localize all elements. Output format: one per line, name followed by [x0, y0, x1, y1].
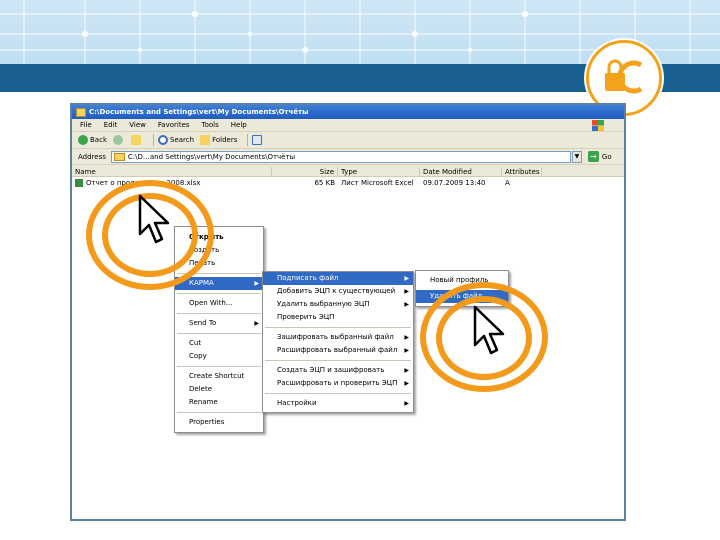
menu-item-delete[interactable]: Delete — [175, 383, 263, 396]
views-icon — [252, 135, 263, 145]
address-value: C:\D…and Settings\vert\My Documents\Отчё… — [127, 152, 296, 161]
menu-item-decrypt-and-verify[interactable]: Расшифровать и проверить ЭЦП ▶ — [263, 377, 413, 390]
column-size[interactable]: Size — [272, 167, 338, 176]
views-button[interactable] — [252, 135, 264, 145]
menu-item-cut[interactable]: Cut — [175, 337, 263, 350]
submenu-arrow-icon: ▶ — [404, 347, 409, 354]
window-titlebar[interactable]: C:\Documents and Settings\vert\My Docume… — [72, 105, 624, 119]
up-folder-button[interactable] — [131, 135, 143, 145]
folder-icon — [76, 107, 86, 117]
menu-item-copy[interactable]: Copy — [175, 350, 263, 363]
back-arrow-icon — [78, 135, 88, 145]
folder-icon — [113, 152, 125, 161]
menu-item-decrypt[interactable]: Расшифровать выбранный файл ▶ — [263, 344, 413, 357]
sign-file-label: Подписать файл — [277, 274, 339, 282]
menu-item-remove-signature[interactable]: Удалить выбранную ЭЦП ▶ — [263, 298, 413, 311]
submenu-arrow-icon: ▶ — [404, 301, 409, 308]
submenu-arrow-icon: ▶ — [404, 334, 409, 341]
encrypt-label: Зашифровать выбранный файл — [277, 333, 394, 341]
mouse-pointer-icon — [473, 305, 505, 355]
forward-arrow-icon — [113, 135, 123, 145]
menu-separator — [265, 327, 411, 328]
windows-logo-icon — [592, 120, 604, 131]
address-dropdown[interactable]: ▼ — [571, 150, 582, 163]
menu-separator — [177, 293, 261, 294]
mouse-pointer-icon — [138, 194, 170, 244]
menu-item-open-with[interactable]: Open With... — [175, 297, 263, 310]
folders-button[interactable]: Folders — [200, 135, 237, 145]
submenu-arrow-icon: ▶ — [254, 280, 259, 287]
karma-submenu: Подписать файл ▶ Добавить ЭЦП к существую… — [262, 271, 414, 413]
go-button[interactable]: → Go — [587, 151, 612, 162]
folders-icon — [200, 135, 211, 145]
menu-separator — [177, 333, 261, 334]
toolbar-separator — [153, 134, 154, 146]
search-button[interactable]: Search — [158, 135, 194, 145]
submenu-arrow-icon: ▶ — [404, 288, 409, 295]
menubar: File Edit View Favorites Tools Help — [72, 119, 624, 132]
submenu-arrow-icon: ▶ — [404, 380, 409, 387]
menu-item-rename[interactable]: Rename — [175, 396, 263, 409]
folders-label: Folders — [212, 136, 238, 144]
menu-separator — [265, 393, 411, 394]
address-label: Address — [78, 152, 106, 161]
column-date[interactable]: Date Modified — [420, 167, 502, 176]
add-signature-label: Добавить ЭЦП к существующей — [277, 287, 396, 295]
back-label: Back — [90, 136, 107, 144]
column-name[interactable]: Name — [72, 167, 272, 176]
address-input[interactable]: C:\D…and Settings\vert\My Documents\Отчё… — [110, 150, 571, 163]
menu-file[interactable]: File — [80, 121, 92, 129]
file-type: Лист Microsoft Excel — [341, 178, 414, 187]
go-arrow-icon: → — [587, 151, 599, 162]
menu-item-sign-and-encrypt[interactable]: Создать ЭЦП и зашифровать ▶ — [263, 364, 413, 377]
column-type[interactable]: Type — [338, 167, 420, 176]
window-title: C:\Documents and Settings\vert\My Docume… — [89, 108, 309, 116]
menu-item-add-signature[interactable]: Добавить ЭЦП к существующей ▶ — [263, 285, 413, 298]
menu-view[interactable]: View — [129, 121, 146, 129]
menu-separator — [177, 366, 261, 367]
back-button[interactable]: Back — [78, 135, 107, 145]
submenu-arrow-icon: ▶ — [404, 275, 409, 282]
file-size: 65 KB — [314, 178, 335, 187]
sign-encrypt-label: Создать ЭЦП и зашифровать — [277, 366, 385, 374]
toolbar-separator — [247, 134, 249, 146]
submenu-arrow-icon: ▶ — [254, 320, 259, 327]
karma-label: КАРМА — [189, 279, 214, 287]
toolbar: Back Search Folders — [72, 132, 624, 149]
menu-item-create-shortcut[interactable]: Create Shortcut — [175, 370, 263, 383]
forward-button[interactable] — [113, 135, 125, 145]
address-bar: Address C:\D…and Settings\vert\My Docume… — [72, 149, 624, 165]
decrypt-label: Расшифровать выбранный файл — [277, 346, 398, 354]
go-label: Go — [601, 152, 612, 161]
excel-file-icon — [75, 178, 83, 187]
menu-edit[interactable]: Edit — [104, 121, 118, 129]
menu-separator — [177, 412, 261, 413]
search-icon — [158, 135, 168, 145]
up-folder-icon — [131, 135, 141, 145]
menu-tools[interactable]: Tools — [202, 121, 219, 129]
submenu-arrow-icon: ▶ — [404, 400, 409, 407]
decrypt-verify-label: Расшифровать и проверить ЭЦП — [277, 379, 398, 387]
menu-separator — [265, 360, 411, 361]
column-headers: Name Size Type Date Modified Attributes — [72, 167, 624, 177]
settings-label: Настройки — [277, 399, 317, 407]
submenu-arrow-icon: ▶ — [404, 367, 409, 374]
file-date: 09.07.2009 13:40 — [423, 178, 486, 187]
menu-help[interactable]: Help — [231, 121, 247, 129]
menu-item-sign-file[interactable]: Подписать файл ▶ — [263, 272, 413, 285]
menu-item-settings[interactable]: Настройки ▶ — [263, 397, 413, 410]
menu-item-encrypt[interactable]: Зашифровать выбранный файл ▶ — [263, 331, 413, 344]
menu-separator — [177, 313, 261, 314]
menu-favorites[interactable]: Favorites — [158, 121, 190, 129]
menu-item-properties[interactable]: Properties — [175, 416, 263, 429]
send-to-label: Send To — [189, 319, 217, 327]
column-attributes[interactable]: Attributes — [502, 167, 542, 176]
search-label: Search — [170, 136, 195, 144]
remove-signature-label: Удалить выбранную ЭЦП — [277, 300, 370, 308]
menu-item-verify-signature[interactable]: Проверить ЭЦП — [263, 311, 413, 324]
menu-item-send-to[interactable]: Send To ▶ — [175, 317, 263, 330]
file-attributes: A — [505, 178, 510, 187]
